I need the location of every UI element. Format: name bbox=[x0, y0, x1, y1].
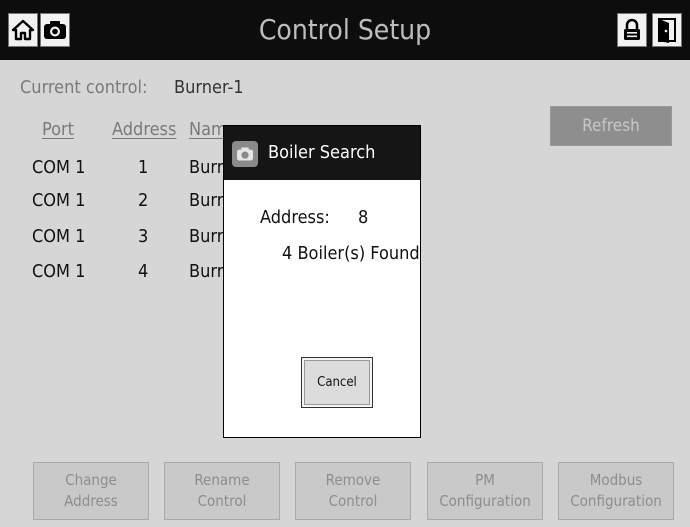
button-label-line1: PM bbox=[475, 471, 495, 489]
pm-configuration-button[interactable]: PM Configuration bbox=[427, 462, 543, 520]
button-label-line2: Control bbox=[197, 492, 247, 510]
row-port: COM 1 bbox=[32, 157, 86, 178]
lock-icon[interactable] bbox=[617, 13, 647, 47]
row-address: 4 bbox=[138, 261, 149, 282]
button-label-line2: Configuration bbox=[570, 492, 662, 510]
column-header-port[interactable]: Port bbox=[42, 119, 74, 140]
row-port: COM 1 bbox=[32, 226, 86, 247]
column-header-name[interactable]: Nam bbox=[189, 119, 227, 140]
change-address-button[interactable]: Change Address bbox=[33, 462, 149, 520]
boiler-search-dialog: Boiler Search Address: 8 4 Boiler(s) Fou… bbox=[223, 125, 421, 438]
column-header-address[interactable]: Address bbox=[112, 119, 176, 140]
dialog-title: Boiler Search bbox=[268, 142, 376, 163]
row-port: COM 1 bbox=[32, 261, 86, 282]
button-label-line1: Change bbox=[65, 471, 117, 489]
modbus-configuration-button[interactable]: Modbus Configuration bbox=[558, 462, 674, 520]
camera-icon bbox=[232, 141, 258, 167]
button-label-line2: Control bbox=[328, 492, 378, 510]
rename-control-button[interactable]: Rename Control bbox=[164, 462, 280, 520]
current-control-label: Current control: bbox=[20, 77, 148, 98]
dialog-title-bar: Boiler Search bbox=[224, 126, 420, 180]
current-control-value: Burner-1 bbox=[174, 77, 244, 98]
cancel-button[interactable]: Cancel bbox=[301, 357, 373, 408]
exit-icon[interactable] bbox=[652, 13, 682, 47]
row-address: 2 bbox=[138, 190, 149, 211]
row-port: COM 1 bbox=[32, 190, 86, 211]
page-title: Control Setup bbox=[258, 13, 432, 46]
title-bar: Control Setup bbox=[0, 0, 690, 60]
address-label: Address: bbox=[260, 207, 330, 228]
refresh-button[interactable]: Refresh bbox=[550, 106, 672, 146]
remove-control-button[interactable]: Remove Control bbox=[295, 462, 411, 520]
button-label-line2: Configuration bbox=[439, 492, 531, 510]
row-name: Burr bbox=[189, 157, 224, 178]
address-value: 8 bbox=[358, 207, 369, 228]
row-address: 3 bbox=[138, 226, 149, 247]
button-label-line1: Remove bbox=[325, 471, 381, 489]
button-label-line2: Address bbox=[64, 492, 118, 510]
row-name: Burr bbox=[189, 226, 224, 247]
boilers-found-text: 4 Boiler(s) Found bbox=[282, 243, 420, 264]
button-label-line1: Modbus bbox=[589, 471, 643, 489]
row-name: Burr bbox=[189, 261, 224, 282]
button-label-line1: Rename bbox=[194, 471, 250, 489]
row-address: 1 bbox=[138, 157, 149, 178]
row-name: Burr bbox=[189, 190, 224, 211]
